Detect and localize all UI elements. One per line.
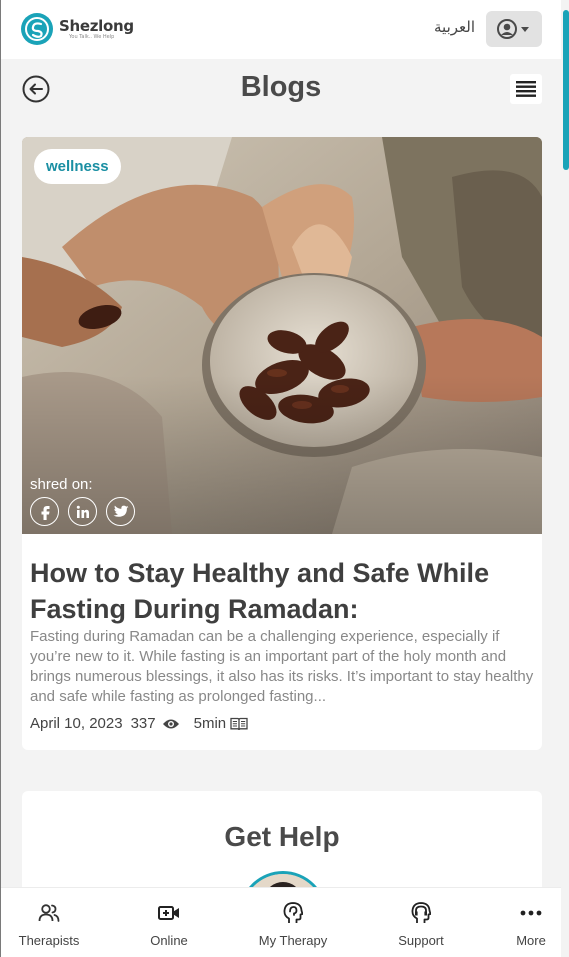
page-header: Blogs (1, 59, 561, 119)
nav-label-support: Support (398, 933, 444, 948)
get-help-title: Get Help (224, 821, 340, 852)
category-tag[interactable]: wellness (34, 149, 121, 184)
app-frame: Shezlong You Talk.. We Help العربية Blog… (0, 0, 569, 957)
share-buttons (30, 497, 135, 526)
therapists-icon (38, 902, 60, 924)
user-avatar-icon (497, 19, 529, 39)
blog-hero-image: wellness shred on: (22, 137, 542, 534)
head-brain-icon (282, 902, 304, 924)
linkedin-icon[interactable] (68, 497, 97, 526)
language-switch[interactable]: العربية (434, 18, 475, 36)
twitter-icon[interactable] (106, 497, 135, 526)
view-count: 337 (130, 715, 156, 732)
read-time: 5min (193, 715, 227, 732)
post-date: April 10, 2023 (30, 715, 123, 732)
brand-logo[interactable]: Shezlong You Talk.. We Help (21, 13, 134, 45)
nav-label-online: Online (150, 933, 188, 948)
post-excerpt: Fasting during Ramadan can be a challeng… (30, 628, 534, 705)
post-meta: April 10, 2023 337 5min (30, 715, 248, 732)
nav-my-therapy[interactable]: My Therapy (253, 888, 333, 957)
eye-icon (162, 718, 180, 730)
book-icon (230, 717, 248, 731)
top-bar: Shezlong You Talk.. We Help العربية (1, 0, 561, 59)
nav-label-more: More (516, 933, 546, 948)
more-dots-icon (520, 902, 542, 924)
facebook-icon[interactable] (30, 497, 59, 526)
headset-icon (410, 902, 432, 924)
nav-label-therapists: Therapists (18, 933, 80, 948)
dates-bowl-photo (22, 137, 542, 534)
page-title: Blogs (240, 71, 322, 103)
post-title[interactable]: How to Stay Healthy and Safe While Fasti… (30, 555, 535, 627)
bottom-navigation: Therapists Online My Therapy Support Mor… (1, 887, 561, 957)
logo-mark-icon (21, 13, 53, 45)
video-add-icon (158, 902, 180, 924)
shared-on-label: shred on: (30, 476, 93, 493)
blog-card[interactable]: wellness shred on: How to Stay Healthy a… (22, 137, 542, 750)
brand-name: Shezlong (59, 17, 134, 35)
nav-online[interactable]: Online (129, 888, 209, 957)
list-view-button[interactable] (510, 74, 542, 104)
nav-therapists[interactable]: Therapists (9, 888, 89, 957)
nav-more[interactable]: More (491, 888, 569, 957)
nav-label-my-therapy: My Therapy (258, 933, 328, 948)
list-icon (516, 81, 536, 97)
scrollbar-thumb[interactable] (563, 10, 569, 170)
brand-tagline: You Talk.. We Help (69, 34, 115, 40)
nav-support[interactable]: Support (381, 888, 461, 957)
user-menu-button[interactable] (486, 11, 542, 47)
